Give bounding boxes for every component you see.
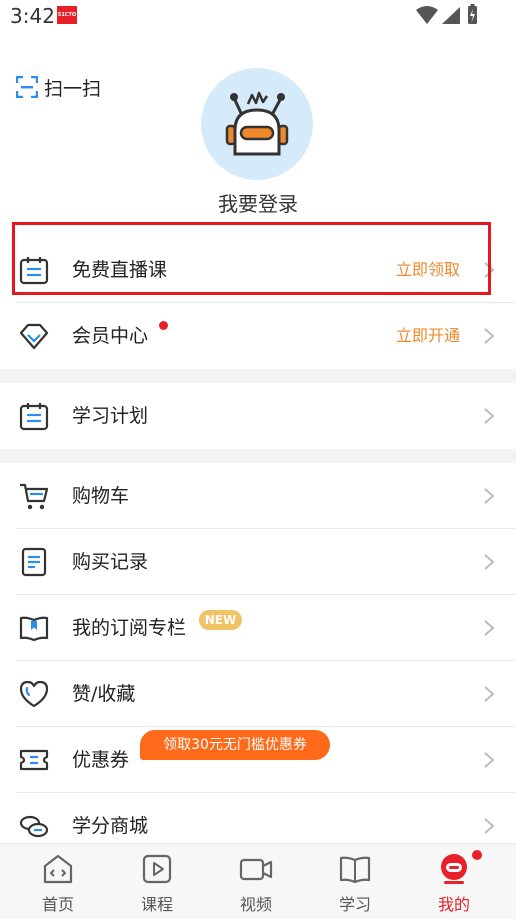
home-code-icon — [43, 854, 73, 884]
cart-row[interactable]: 购物车 — [0, 463, 516, 529]
activate-now-link[interactable]: 立即开通 — [396, 303, 460, 369]
chevron-right-icon — [484, 328, 495, 344]
vip-center-label: 会员中心 — [72, 325, 149, 347]
profile-robot-icon — [441, 854, 467, 884]
tab-home[interactable]: 首页 — [8, 844, 108, 919]
cart-label: 购物车 — [72, 485, 130, 507]
chevron-right-icon — [484, 818, 495, 834]
tab-profile[interactable]: 我的 — [404, 844, 504, 919]
chevron-right-icon — [484, 620, 495, 636]
app-notification-logo: 51CTO — [57, 6, 77, 24]
tab-study[interactable]: 学习 — [305, 844, 405, 919]
status-time: 3:42 — [10, 4, 55, 28]
coupon-promo-tag[interactable]: 领取30元无门槛优惠券 — [140, 730, 330, 760]
open-book-icon — [19, 616, 49, 642]
bottom-tab-bar: 首页 课程 视频 学习 我的 — [0, 843, 516, 919]
subscriptions-label: 我的订阅专栏 — [72, 617, 187, 639]
tab-courses[interactable]: 课程 — [107, 844, 207, 919]
section-gap — [0, 369, 516, 383]
robot-avatar-icon — [225, 91, 289, 156]
coupons-label: 优惠券 — [72, 749, 130, 771]
chevron-right-icon — [484, 686, 495, 702]
tab-study-label: 学习 — [338, 895, 371, 914]
purchase-history-row[interactable]: 购买记录 — [0, 529, 516, 595]
document-icon — [21, 547, 47, 577]
book-icon — [339, 856, 371, 884]
notification-dot — [159, 321, 168, 330]
shopping-cart-icon — [20, 483, 49, 510]
status-bar: 3:42 51CTO — [0, 0, 516, 30]
likes-favorites-row[interactable]: 赞/收藏 — [0, 661, 516, 727]
tab-courses-label: 课程 — [140, 895, 173, 914]
tab-profile-label: 我的 — [437, 895, 470, 914]
section-gap — [0, 449, 516, 463]
notification-dot — [472, 850, 482, 860]
chevron-right-icon — [484, 752, 495, 768]
study-plan-row[interactable]: 学习计划 — [0, 383, 516, 449]
study-plan-label: 学习计划 — [72, 405, 149, 427]
heart-icon — [19, 680, 49, 708]
scan-label: 扫一扫 — [44, 77, 102, 100]
coins-icon — [19, 815, 49, 838]
scan-icon — [16, 76, 38, 98]
diamond-icon — [19, 323, 49, 350]
likes-favorites-label: 赞/收藏 — [72, 683, 136, 705]
video-camera-icon — [239, 858, 273, 881]
highlight-annotation — [12, 222, 491, 295]
avatar[interactable] — [201, 68, 313, 180]
tab-home-label: 首页 — [41, 895, 74, 914]
play-icon — [142, 854, 172, 884]
subscriptions-row[interactable]: 我的订阅专栏 — [0, 595, 516, 661]
new-badge: NEW — [199, 610, 242, 630]
chevron-right-icon — [484, 488, 495, 504]
vip-center-row[interactable]: 会员中心 立即开通 — [0, 303, 516, 369]
chevron-right-icon — [484, 554, 495, 570]
login-link[interactable]: 我要登录 — [0, 188, 516, 217]
calendar-icon — [19, 403, 49, 431]
tab-videos-label: 视频 — [239, 895, 272, 914]
scan-button[interactable]: 扫一扫 — [16, 74, 101, 100]
tab-videos[interactable]: 视频 — [206, 844, 306, 919]
wifi-signal-battery-icon — [416, 4, 477, 24]
ticket-icon — [19, 749, 49, 771]
purchase-history-label: 购买记录 — [72, 551, 149, 573]
chevron-right-icon — [484, 408, 495, 424]
